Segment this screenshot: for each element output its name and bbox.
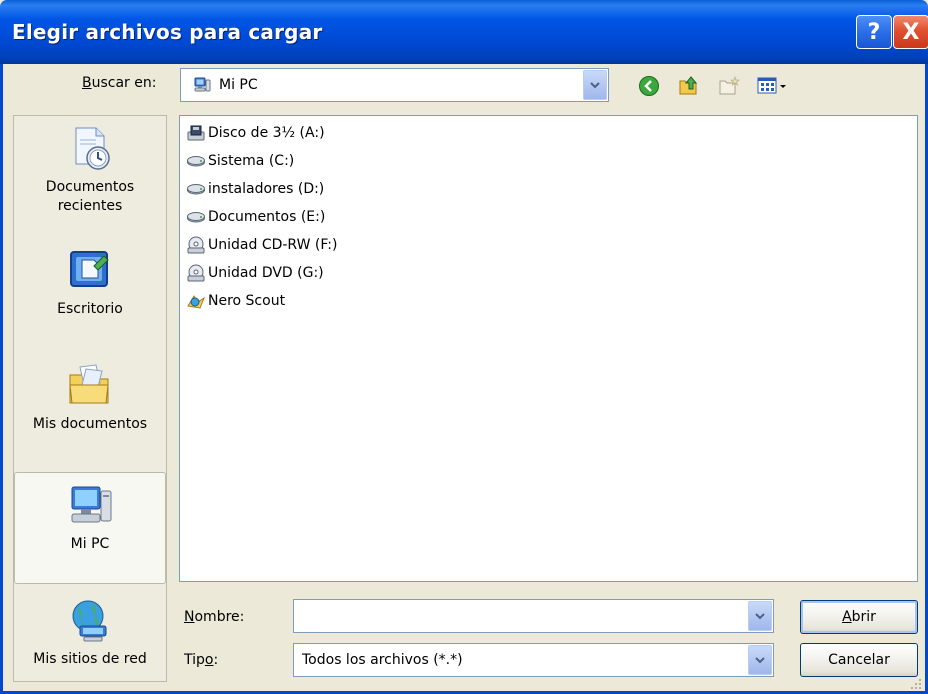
close-button[interactable]: X (893, 15, 928, 49)
chevron-down-icon (755, 612, 765, 619)
new-folder-icon (719, 76, 740, 95)
back-button[interactable] (635, 72, 663, 100)
list-item[interactable]: Nero Scout (186, 290, 285, 312)
place-label: Mi PC (70, 536, 110, 552)
back-icon (639, 76, 659, 96)
list-item[interactable]: Unidad DVD (G:) (186, 262, 324, 284)
views-menu-icon (757, 77, 786, 94)
place-recent-documents[interactable]: Documentos recientes (14, 124, 166, 216)
list-item[interactable]: Unidad CD-RW (F:) (186, 234, 337, 256)
nero-scout-icon (187, 295, 206, 309)
look-in-dropdown-button[interactable] (583, 70, 607, 100)
place-my-computer[interactable]: Mi PC (14, 472, 166, 584)
place-desktop[interactable]: Escritorio (14, 246, 166, 319)
my-documents-icon (69, 364, 109, 404)
look-in-combo[interactable]: Mi PC (180, 68, 609, 102)
desktop-icon (70, 251, 109, 287)
hard-drive-icon (187, 212, 205, 223)
file-label: instaladores (D:) (208, 181, 325, 197)
filetype-dropdown-button[interactable] (748, 645, 772, 675)
resize-grip-icon[interactable] (910, 678, 922, 690)
filename-combo[interactable] (293, 599, 774, 633)
hard-drive-icon (187, 156, 205, 167)
my-computer-icon (71, 486, 112, 523)
file-label: Unidad DVD (G:) (208, 265, 324, 281)
places-bar: Documentos recientes Escritorio Mis docu… (13, 115, 167, 682)
place-label: Mis sitios de red (33, 651, 147, 667)
chevron-down-icon (755, 656, 765, 663)
up-folder-button[interactable] (675, 72, 703, 100)
hard-drive-icon (187, 184, 205, 195)
file-label: Unidad CD-RW (F:) (208, 237, 338, 253)
cd-drive-icon (187, 236, 205, 254)
place-my-documents[interactable]: Mis documentos (14, 361, 166, 434)
window-title: Elegir archivos para cargar (12, 20, 323, 44)
file-label: Sistema (C:) (208, 153, 295, 169)
floppy-drive-icon (187, 125, 205, 141)
network-places-icon (72, 600, 107, 642)
filename-label: Nombre: (184, 609, 245, 625)
title-bar[interactable]: Elegir archivos para cargar ? X (0, 0, 928, 64)
place-label: Escritorio (57, 301, 123, 317)
file-list[interactable]: Disco de 3½ (A:) Sistema (C:) instalador… (179, 115, 918, 582)
navigation-toolbar (635, 72, 789, 100)
place-network-places[interactable]: Mis sitios de red (14, 596, 166, 669)
open-button[interactable]: Abrir (800, 600, 918, 634)
close-icon: X (902, 19, 920, 45)
list-item[interactable]: Documentos (E:) (186, 206, 325, 228)
file-label: Disco de 3½ (A:) (208, 125, 325, 141)
filetype-label: Tipo: (184, 652, 219, 668)
new-folder-button[interactable] (715, 72, 743, 100)
filename-input[interactable] (294, 601, 744, 631)
look-in-value: Mi PC (219, 77, 258, 93)
list-item[interactable]: Disco de 3½ (A:) (186, 122, 325, 144)
chevron-down-icon (590, 81, 600, 88)
dvd-drive-icon (187, 264, 205, 282)
recent-documents-icon (75, 127, 110, 170)
cancel-button[interactable]: Cancelar (800, 643, 918, 677)
filename-dropdown-button[interactable] (748, 601, 772, 631)
help-icon: ? (867, 19, 881, 45)
views-menu-button[interactable] (755, 72, 789, 100)
help-button[interactable]: ? (856, 15, 892, 49)
file-label: Documentos (E:) (208, 209, 326, 225)
up-folder-icon (679, 76, 698, 95)
list-item[interactable]: instaladores (D:) (186, 178, 324, 200)
list-item[interactable]: Sistema (C:) (186, 150, 294, 172)
look-in-label: Buscar en: (82, 75, 157, 91)
place-label: Mis documentos (32, 416, 148, 432)
filetype-combo[interactable]: Todos los archivos (*.*) (293, 643, 774, 677)
my-computer-icon (194, 77, 211, 92)
file-label: Nero Scout (208, 293, 286, 309)
place-label: Documentos recientes (45, 179, 135, 214)
filetype-value: Todos los archivos (*.*) (302, 652, 463, 668)
